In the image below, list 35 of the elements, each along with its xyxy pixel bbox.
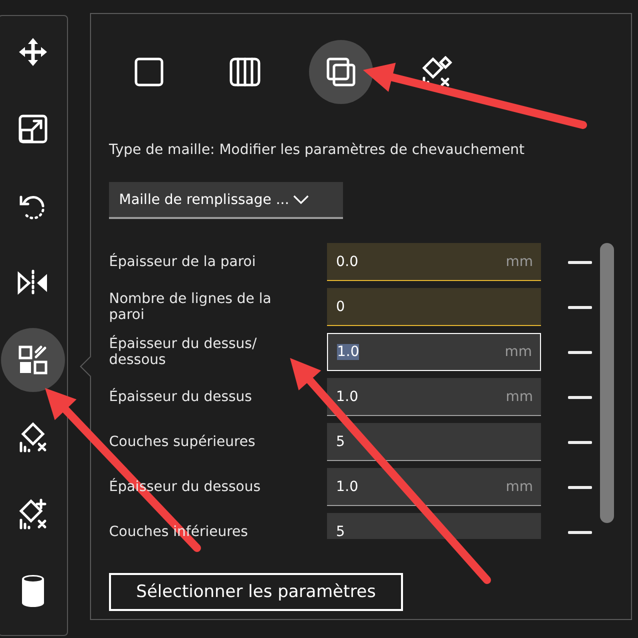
- mesh-type-label: Type de maille: Modifier les paramètres de chevauchement: [109, 142, 526, 158]
- settings-grid-icon: [18, 345, 48, 375]
- reset-dash-icon[interactable]: [568, 530, 592, 534]
- chevron-down-icon: [293, 194, 310, 204]
- mesh-dropdown[interactable]: Maille de remplissage ...: [109, 182, 343, 219]
- setting-input[interactable]: 5: [327, 423, 541, 461]
- setting-label: Épaisseur de la paroi: [109, 254, 257, 270]
- setting-label: Épaisseur du dessus: [109, 389, 253, 405]
- support-blocker-icon: [421, 56, 453, 88]
- overlapping-squares-icon: [326, 57, 356, 87]
- setting-input[interactable]: 0.0 mm: [327, 243, 541, 281]
- reset-dash-icon[interactable]: [568, 440, 592, 444]
- setting-input[interactable]: 1.0 mm: [327, 378, 541, 416]
- move-icon: [17, 36, 49, 68]
- select-settings-button[interactable]: Sélectionner les paramètres: [109, 573, 403, 611]
- reset-dash-icon[interactable]: [568, 306, 592, 308]
- reset-dash-icon[interactable]: [568, 260, 592, 264]
- setting-label: Épaisseur du dessus/ dessous: [109, 336, 258, 368]
- mirror-icon: [16, 269, 50, 297]
- setting-label: Couches supérieures: [109, 434, 256, 450]
- setting-input[interactable]: 0: [327, 288, 541, 326]
- reset-dash-icon[interactable]: [568, 396, 592, 398]
- setting-input[interactable]: 1.0 mm: [327, 333, 541, 371]
- setting-input[interactable]: 5: [327, 513, 541, 539]
- setting-label: Nombre de lignes de la paroi: [109, 291, 272, 323]
- vertical-lines-icon: [229, 57, 261, 87]
- support-eraser-icon: [17, 498, 49, 530]
- reset-dash-icon[interactable]: [568, 350, 592, 354]
- scrollbar-thumb[interactable]: [600, 243, 614, 523]
- support-blocker-icon: [17, 421, 49, 453]
- cylinder-icon: [21, 574, 45, 608]
- square-icon: [134, 57, 164, 87]
- reset-dash-icon[interactable]: [568, 486, 592, 488]
- setting-input[interactable]: 1.0 mm: [327, 468, 541, 506]
- scale-icon: [18, 114, 48, 144]
